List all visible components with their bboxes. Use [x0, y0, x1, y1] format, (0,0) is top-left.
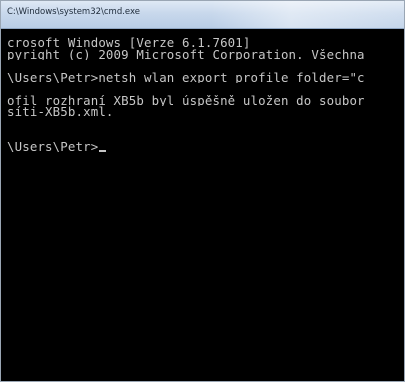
console-line-copyright: pyright (c) 2009 Microsoft Corporation. …	[7, 48, 365, 60]
console-line-version: crosoft Windows [Verze 6.1.7601]	[7, 37, 251, 49]
cmd-window: C:\Windows\system32\cmd.exe crosoft Wind…	[0, 0, 405, 382]
window-title: C:\Windows\system32\cmd.exe	[7, 7, 141, 17]
prompt-text: \Users\Petr>	[7, 140, 99, 153]
console-line-command: \Users\Petr>netsh wlan export profile fo…	[7, 71, 365, 83]
console-line-result-continued: síti-XB5b.xml.	[7, 106, 114, 118]
console-line-result: ofil rozhraní XB5b byl úspěšně uložen do…	[7, 94, 365, 106]
console-line-prompt[interactable]: \Users\Petr>	[7, 140, 404, 153]
window-titlebar[interactable]: C:\Windows\system32\cmd.exe	[1, 1, 404, 29]
text-cursor	[99, 149, 107, 152]
titlebar-glow	[211, 1, 404, 28]
console-output[interactable]: crosoft Windows [Verze 6.1.7601] pyright…	[1, 29, 404, 381]
